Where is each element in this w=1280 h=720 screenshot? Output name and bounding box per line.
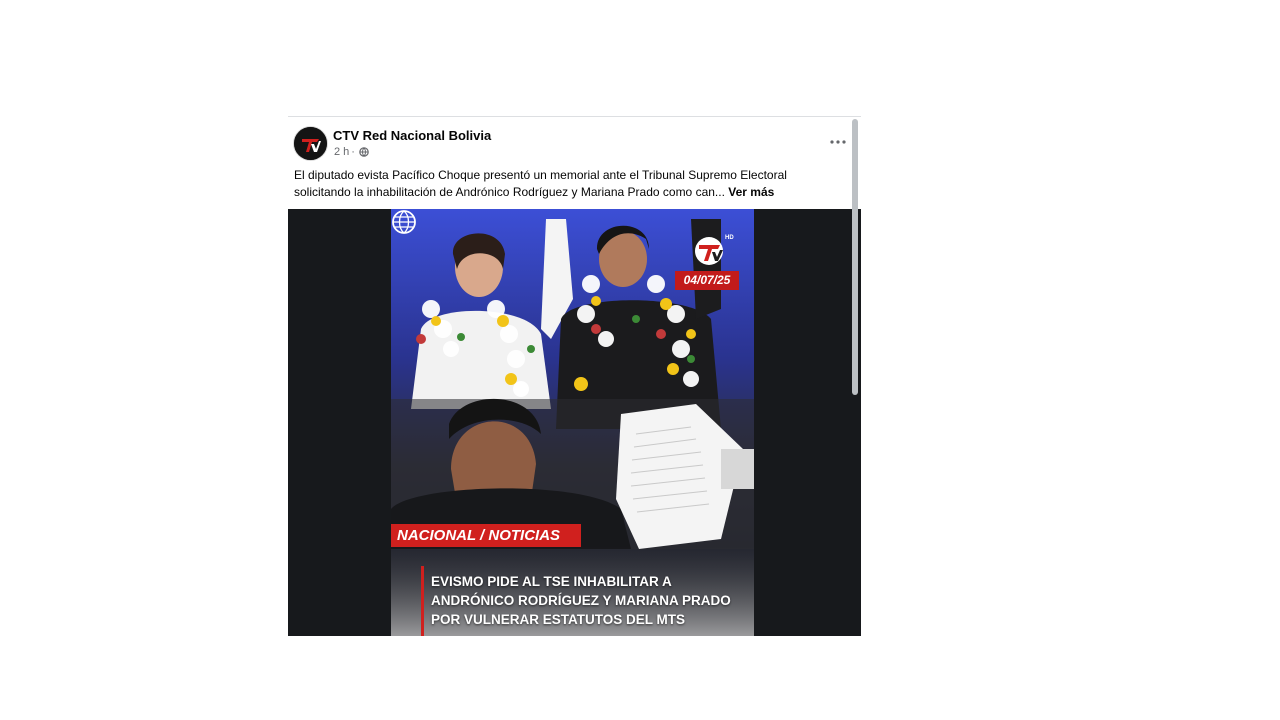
globe-icon: [359, 147, 369, 157]
caption-text: El diputado evista Pacífico Choque prese…: [294, 168, 787, 199]
date-badge: 04/07/25: [675, 271, 739, 290]
more-options-icon: [830, 140, 846, 144]
section-tag: NACIONAL / NOTICIAS: [391, 524, 581, 547]
see-more-link[interactable]: Ver más: [728, 185, 774, 199]
channel-logo: HD: [693, 233, 734, 267]
headline-box: EVISMO PIDE AL TSE INHABILITAR A ANDRÓNI…: [421, 566, 754, 636]
headline-line-2: ANDRÓNICO RODRÍGUEZ Y MARIANA PRADO: [431, 593, 731, 608]
post-media[interactable]: HD 04/07/25 NACIONAL / NOTICIAS EVISMO P…: [288, 209, 861, 636]
globe-logo-icon: [392, 210, 416, 234]
facebook-post: CTV Red Nacional Bolivia 2 h · El diputa…: [288, 116, 861, 636]
scrollbar-thumb[interactable]: [852, 119, 858, 395]
headline: EVISMO PIDE AL TSE INHABILITAR A ANDRÓNI…: [431, 572, 751, 629]
post-caption: El diputado evista Pacífico Choque prese…: [294, 167, 814, 201]
headline-line-1: EVISMO PIDE AL TSE INHABILITAR A: [431, 574, 672, 589]
more-options-button[interactable]: [829, 133, 847, 151]
post-meta: 2 h ·: [334, 146, 369, 158]
avatar-logo-icon: [294, 127, 327, 160]
page-avatar[interactable]: [294, 127, 327, 160]
post-header: CTV Red Nacional Bolivia 2 h ·: [288, 117, 861, 165]
post-time[interactable]: 2 h: [334, 146, 349, 158]
headline-line-3: POR VULNERAR ESTATUTOS DEL MTS: [431, 612, 686, 627]
news-image[interactable]: HD 04/07/25 NACIONAL / NOTICIAS EVISMO P…: [391, 209, 754, 636]
page-name[interactable]: CTV Red Nacional Bolivia: [333, 128, 491, 143]
meta-separator: ·: [351, 146, 355, 158]
logo-hd-label: HD: [725, 235, 734, 241]
